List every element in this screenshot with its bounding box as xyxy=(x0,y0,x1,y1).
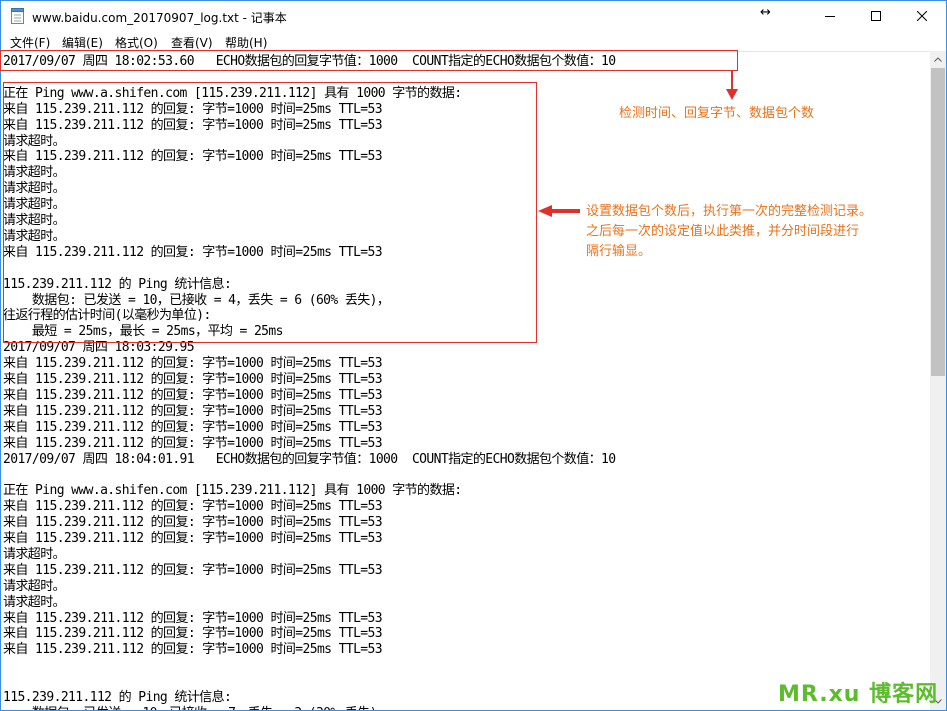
window-title: www.baidu.com_20170907_log.txt - 记事本 xyxy=(32,11,287,25)
resize-cursor-icon: ↔ xyxy=(760,5,771,20)
annotation-note-detail-1: 设置数据包个数后，执行第一次的完整检测记录。 xyxy=(586,204,873,219)
text-line: 来自 115.239.211.112 的回复: 字节=1000 时间=25ms … xyxy=(3,562,383,578)
maximize-button[interactable] xyxy=(853,1,899,31)
minimize-button[interactable] xyxy=(807,1,853,31)
menu-edit[interactable]: 编辑(E) xyxy=(62,34,103,51)
text-line: 来自 115.239.211.112 的回复: 字节=1000 时间=25ms … xyxy=(3,372,383,387)
text-line: 来自 115.239.211.112 的回复: 字节=1000 时间=25ms … xyxy=(3,419,383,435)
scroll-thumb[interactable] xyxy=(931,68,945,376)
title-bar[interactable]: www.baidu.com_20170907_log.txt - 记事本 ↔ xyxy=(1,1,946,31)
annotation-note-header: 检测时间、回复字节、数据包个数 xyxy=(619,106,815,121)
header-highlight-box xyxy=(0,50,738,71)
maximize-icon xyxy=(871,11,881,21)
close-icon xyxy=(917,11,927,21)
text-line: 来自 115.239.211.112 的回复: 字节=1000 时间=25ms … xyxy=(3,610,383,626)
text-line: 来自 115.239.211.112 的回复: 字节=1000 时间=25ms … xyxy=(3,531,383,546)
text-line: 2017/09/07 周四 18:04:01.91 ECHO数据包的回复字节值：… xyxy=(3,451,616,467)
text-line: 来自 115.239.211.112 的回复: 字节=1000 时间=25ms … xyxy=(3,515,383,531)
annotation-note-detail-3: 隔行输显。 xyxy=(586,244,652,259)
minimize-icon xyxy=(825,16,835,17)
text-line: 请求超时。 xyxy=(3,578,66,594)
menu-help[interactable]: 帮助(H) xyxy=(225,34,267,51)
watermark-logo: MR.xu 博客网 xyxy=(778,682,939,707)
notepad-icon xyxy=(11,8,24,24)
vertical-scrollbar[interactable] xyxy=(930,51,946,710)
text-line: 来自 115.239.211.112 的回复: 字节=1000 时间=25ms … xyxy=(3,403,383,419)
text-line: 来自 115.239.211.112 的回复: 字节=1000 时间=25ms … xyxy=(3,499,383,515)
ping-block-highlight-box xyxy=(3,82,537,343)
text-line: 来自 115.239.211.112 的回复: 字节=1000 时间=25ms … xyxy=(3,387,383,403)
text-line: 正在 Ping www.a.shifen.com [115.239.211.11… xyxy=(3,483,462,499)
menu-bar: 文件(F) 编辑(E) 格式(O) 查看(V) 帮助(H) xyxy=(1,31,946,51)
left-arrow-icon xyxy=(538,205,580,217)
scroll-up-button[interactable] xyxy=(930,51,946,68)
text-line: 来自 115.239.211.112 的回复: 字节=1000 时间=25ms … xyxy=(3,356,383,372)
chevron-up-icon xyxy=(934,57,942,62)
text-line: 数据包: 已发送 = 10，已接收 = 7，丢失 = 3 (30% 丢失)， xyxy=(3,706,390,710)
annotation-note-detail-2: 之后每一次的设定值以此类推，并分时间段进行 xyxy=(586,224,860,239)
text-line: 来自 115.239.211.112 的回复: 字节=1000 时间=25ms … xyxy=(3,642,383,658)
text-line: 来自 115.239.211.112 的回复: 字节=1000 时间=25ms … xyxy=(3,626,383,642)
menu-file[interactable]: 文件(F) xyxy=(10,34,50,51)
menu-view[interactable]: 查看(V) xyxy=(171,34,213,51)
menu-format[interactable]: 格式(O) xyxy=(115,34,158,51)
text-line: 请求超时。 xyxy=(3,546,66,562)
text-line: 请求超时。 xyxy=(3,594,66,610)
text-line: 来自 115.239.211.112 的回复: 字节=1000 时间=25ms … xyxy=(3,435,383,451)
down-arrow-icon xyxy=(726,71,738,100)
close-button[interactable] xyxy=(899,1,945,31)
text-line: 115.239.211.112 的 Ping 统计信息: xyxy=(3,690,232,705)
